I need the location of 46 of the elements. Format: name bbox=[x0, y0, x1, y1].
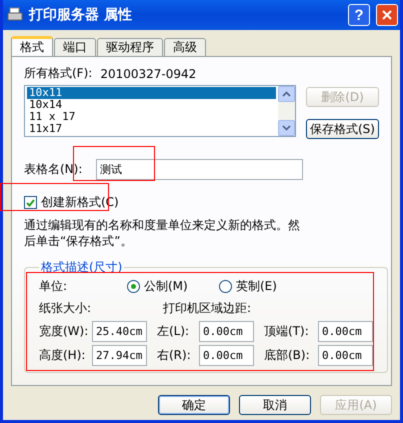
help-button[interactable]: ? bbox=[348, 4, 370, 26]
dialog-button[interactable]: 取消 bbox=[239, 395, 311, 415]
checkbox[interactable] bbox=[24, 196, 37, 209]
dialog-button[interactable]: 确定 bbox=[158, 395, 230, 415]
formats-list[interactable]: 10x11 10x14 11 x 17 11x17 bbox=[24, 85, 296, 137]
field-label: 左(L): bbox=[157, 323, 190, 340]
tab[interactable]: 驱动程序 bbox=[97, 38, 163, 56]
check-icon bbox=[26, 198, 35, 206]
dimension-field[interactable]: 0.00cm bbox=[318, 321, 373, 342]
field-label: 底部(B): bbox=[264, 347, 311, 364]
printer-icon bbox=[7, 7, 23, 23]
radio-button[interactable] bbox=[127, 280, 140, 293]
formats-value: 20100327-0942 bbox=[100, 66, 196, 80]
chevron-up-icon bbox=[282, 91, 291, 97]
tab[interactable]: 格式 bbox=[11, 36, 53, 56]
formats-label: 所有格式(F): bbox=[24, 65, 92, 82]
form-button[interactable]: 保存格式(S) bbox=[306, 119, 379, 139]
dimension-field[interactable]: 0.00cm bbox=[318, 345, 373, 366]
tab[interactable]: 高级 bbox=[164, 38, 206, 56]
list-item[interactable]: 10x14 bbox=[27, 99, 276, 111]
list-item[interactable]: 11x17 bbox=[27, 123, 276, 135]
units-label: 单位: bbox=[39, 278, 68, 295]
radio-label: 英制(E) bbox=[236, 278, 277, 295]
form-name-field[interactable]: 测试 bbox=[96, 159, 303, 180]
close-icon bbox=[382, 10, 392, 20]
dimension-field[interactable]: 0.00cm bbox=[199, 345, 254, 366]
group-title: 格式描述(尺寸) bbox=[40, 259, 124, 276]
chevron-down-icon bbox=[282, 125, 291, 131]
field-label: 右(R): bbox=[157, 347, 192, 364]
radio-button[interactable] bbox=[219, 280, 232, 293]
margins-label: 打印机区域边距: bbox=[163, 300, 252, 317]
radio-label: 公制(M) bbox=[144, 278, 188, 295]
dimension-field[interactable]: 25.40cm bbox=[92, 321, 147, 342]
description-text: 通过编辑现有的名称和度量单位来定义新的格式。然后单击“保存格式”。 bbox=[24, 217, 301, 249]
dimension-field[interactable]: 0.00cm bbox=[199, 321, 254, 342]
list-item[interactable]: 11 x 17 bbox=[27, 111, 276, 123]
field-label: 顶端(T): bbox=[264, 323, 310, 340]
paper-size-label: 纸张大小: bbox=[39, 300, 92, 317]
window-title: 打印服务器 属性 bbox=[29, 6, 133, 24]
field-label: 宽度(W): bbox=[39, 323, 90, 340]
tab[interactable]: 端口 bbox=[54, 38, 96, 56]
dimension-field[interactable]: 27.94cm bbox=[92, 345, 147, 366]
close-button[interactable] bbox=[376, 4, 398, 26]
field-label: 高度(H): bbox=[39, 347, 86, 364]
list-item[interactable]: 10x11 bbox=[27, 87, 276, 99]
scrollbar[interactable] bbox=[278, 86, 295, 136]
